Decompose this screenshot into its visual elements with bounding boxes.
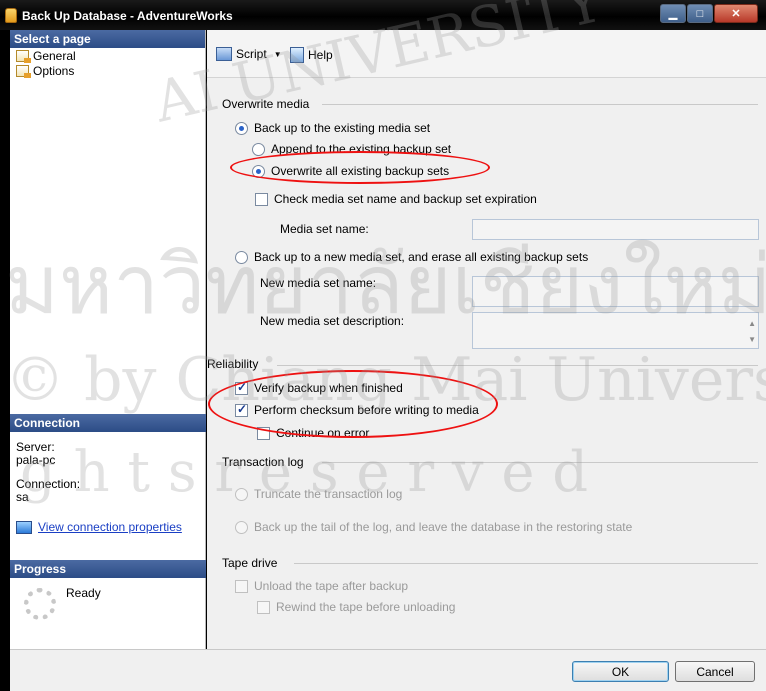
connection-header: Connection xyxy=(10,414,206,432)
backup-tail-radio[interactable] xyxy=(235,520,248,534)
append-radio[interactable] xyxy=(252,142,265,156)
backup-tail-option[interactable]: Back up the tail of the log, and leave t… xyxy=(235,520,632,534)
scroll-arrows-icon: ▲ ▼ xyxy=(748,319,756,344)
server-value: pala-pc xyxy=(16,453,56,467)
toolbar: Script ▼ Help xyxy=(207,30,766,78)
maximize-button[interactable]: □ xyxy=(687,4,713,23)
new-media-set-description-label: New media set description: xyxy=(260,314,405,328)
progress-spinner-icon xyxy=(24,588,56,620)
backup-existing-option[interactable]: Back up to the existing media set xyxy=(235,121,430,135)
media-set-name-field[interactable] xyxy=(472,219,759,240)
sidebar: Select a page General Options Connection… xyxy=(10,30,206,649)
media-set-name-row: Media set name: xyxy=(280,222,369,236)
title-bar: Back Up Database - AdventureWorks ▁ □ ✕ xyxy=(0,0,766,30)
connection-info: Server: pala-pc Connection: sa xyxy=(16,441,80,504)
chevron-down-icon: ▼ xyxy=(273,49,282,59)
unload-label: Unload the tape after backup xyxy=(254,579,409,593)
backup-existing-label: Back up to the existing media set xyxy=(254,121,431,135)
continue-on-error-checkbox[interactable] xyxy=(257,426,270,440)
sidebar-item-label: Options xyxy=(33,63,75,78)
overwrite-all-label: Overwrite all existing backup sets xyxy=(271,164,450,178)
checksum-label: Perform checksum before writing to media xyxy=(254,403,479,417)
sidebar-item-general[interactable]: General xyxy=(10,48,205,63)
new-media-set-description-row: New media set description: xyxy=(260,314,404,328)
window-controls: ▁ □ ✕ xyxy=(660,4,758,23)
truncate-option[interactable]: Truncate the transaction log xyxy=(235,487,402,501)
help-label: Help xyxy=(308,48,333,62)
progress-header: Progress xyxy=(10,560,206,578)
checksum-checkbox[interactable] xyxy=(235,402,248,417)
dialog-button-bar: OK Cancel xyxy=(10,649,766,691)
page-icon xyxy=(16,49,31,63)
rewind-label: Rewind the tape before unloading xyxy=(276,600,456,614)
continue-on-error-label: Continue on error xyxy=(276,426,370,440)
append-label: Append to the existing backup set xyxy=(271,142,452,156)
overwrite-all-option[interactable]: Overwrite all existing backup sets xyxy=(252,164,449,178)
reliability-title: Reliability xyxy=(207,357,259,371)
help-icon xyxy=(290,47,304,63)
close-button[interactable]: ✕ xyxy=(714,4,758,23)
backup-new-radio[interactable] xyxy=(235,250,248,264)
progress-status: Ready xyxy=(66,586,101,600)
sidebar-item-options[interactable]: Options xyxy=(10,63,205,78)
tape-drive-title: Tape drive xyxy=(222,556,278,570)
divider xyxy=(322,462,758,463)
minimize-button[interactable]: ▁ xyxy=(660,4,686,23)
database-icon xyxy=(5,8,17,23)
divider xyxy=(294,563,758,564)
backup-existing-radio[interactable] xyxy=(235,121,248,135)
view-connection-link[interactable]: View connection properties xyxy=(38,520,182,534)
window-title: Back Up Database - AdventureWorks xyxy=(22,9,233,23)
overwrite-media-title: Overwrite media xyxy=(222,97,310,111)
divider xyxy=(322,104,758,105)
append-option[interactable]: Append to the existing backup set xyxy=(252,142,451,156)
media-set-name-label: Media set name: xyxy=(280,222,369,236)
new-media-set-description-field[interactable]: ▲ ▼ xyxy=(472,312,759,349)
backup-new-option[interactable]: Back up to a new media set, and erase al… xyxy=(235,250,588,264)
help-button[interactable]: Help xyxy=(290,47,333,63)
ok-button[interactable]: OK xyxy=(572,661,669,682)
minimize-icon: ▁ xyxy=(668,8,678,20)
new-media-set-name-row: New media set name: xyxy=(260,276,376,290)
transaction-log-title: Transaction log xyxy=(222,455,304,469)
unload-checkbox[interactable] xyxy=(235,579,248,593)
new-media-set-name-label: New media set name: xyxy=(260,276,377,290)
backup-tail-label: Back up the tail of the log, and leave t… xyxy=(254,520,633,534)
view-connection-properties[interactable]: View connection properties xyxy=(16,520,182,534)
unload-option[interactable]: Unload the tape after backup xyxy=(235,579,408,593)
script-icon xyxy=(216,47,232,61)
checksum-option[interactable]: Perform checksum before writing to media xyxy=(235,402,479,417)
script-button[interactable]: Script ▼ xyxy=(216,47,282,61)
truncate-radio[interactable] xyxy=(235,487,248,501)
maximize-icon: □ xyxy=(696,7,704,20)
check-media-label: Check media set name and backup set expi… xyxy=(274,192,537,206)
close-icon: ✕ xyxy=(731,8,741,20)
script-label: Script xyxy=(236,47,267,61)
check-media-option[interactable]: Check media set name and backup set expi… xyxy=(255,192,537,206)
rewind-option[interactable]: Rewind the tape before unloading xyxy=(257,600,455,614)
overwrite-all-radio[interactable] xyxy=(252,164,265,178)
page-icon xyxy=(16,64,31,78)
backup-new-label: Back up to a new media set, and erase al… xyxy=(254,250,589,264)
new-media-set-name-field[interactable] xyxy=(472,276,759,307)
cancel-button[interactable]: Cancel xyxy=(675,661,755,682)
rewind-checkbox[interactable] xyxy=(257,600,270,614)
options-panel: Script ▼ Help Overwrite media Back up to… xyxy=(207,30,766,649)
connection-properties-icon xyxy=(16,520,32,534)
verify-label: Verify backup when finished xyxy=(254,381,403,395)
verify-option[interactable]: Verify backup when finished xyxy=(235,380,403,395)
verify-checkbox[interactable] xyxy=(235,380,248,395)
sidebar-item-label: General xyxy=(33,48,76,63)
truncate-label: Truncate the transaction log xyxy=(254,487,403,501)
select-page-header: Select a page xyxy=(10,30,205,48)
continue-on-error-option[interactable]: Continue on error xyxy=(257,426,369,440)
connection-value: sa xyxy=(16,490,29,504)
divider xyxy=(277,365,758,366)
check-media-checkbox[interactable] xyxy=(255,192,268,206)
